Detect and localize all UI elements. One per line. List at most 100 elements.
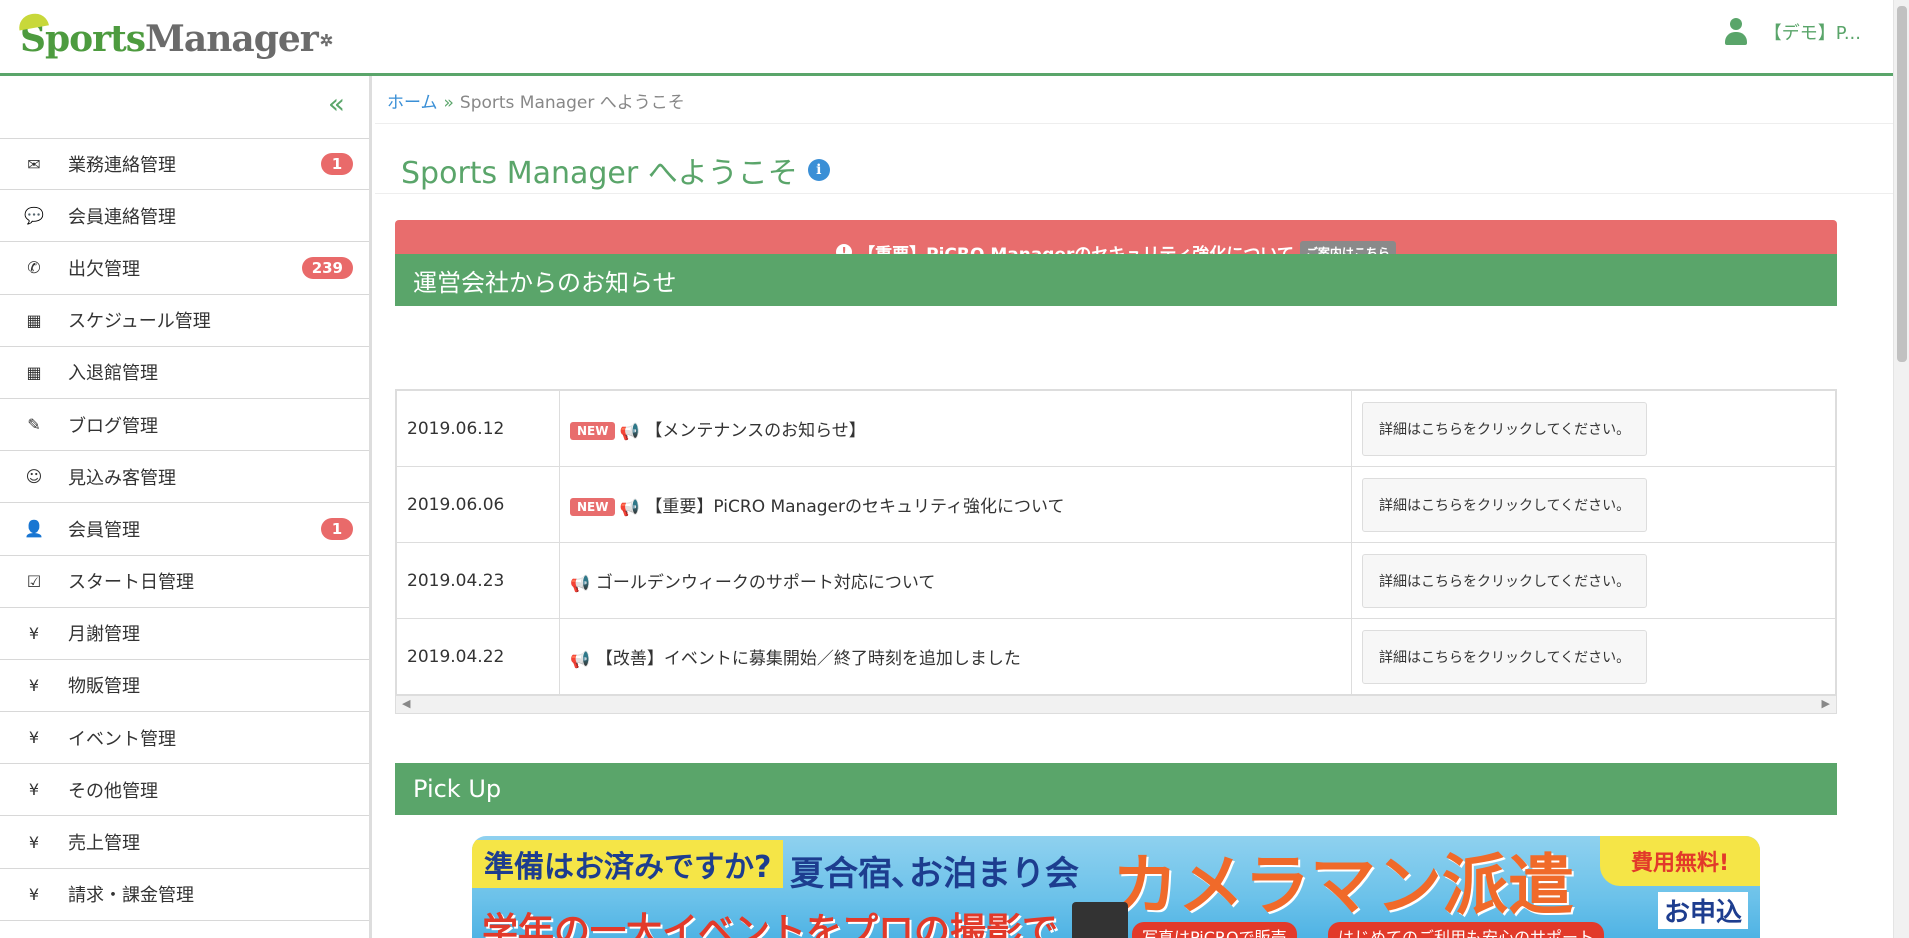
notice-date: 2019.04.22	[396, 618, 560, 695]
sidebar-item[interactable]: ☺ 見込み客管理	[0, 451, 369, 504]
banner-line3: 学年の一大イベントをプロの撮影で	[482, 911, 1059, 938]
breadcrumb-separator: »	[443, 93, 454, 113]
page-title-text: Sports Manager へようこそ	[401, 156, 798, 191]
yen-icon: ¥	[28, 832, 40, 852]
breadcrumb-current: Sports Manager へようこそ	[459, 93, 685, 113]
logo-star-icon: ✲	[319, 30, 333, 50]
notice-table-wrapper: 2019.06.12 NEW 📢 【メンテナンスのお知らせ】 詳細はこちらをクリックして…	[395, 389, 1837, 714]
breadcrumb: ホーム» Sports Manager へようこそ	[387, 88, 685, 113]
sidebar-item-label: 入退館管理	[68, 363, 158, 385]
sports-manager-logo[interactable]: Sports Manager ✲	[20, 18, 333, 60]
sidebar-item-label: 会員管理	[68, 519, 140, 541]
sidebar-item[interactable]: 👤 会員管理 1	[0, 503, 369, 556]
sidebar-item-label: スタート日管理	[68, 572, 194, 594]
notice-title: 【改善】イベントに募集開始／終了時刻を追加しました	[595, 649, 1021, 669]
comment-icon: 💬	[24, 206, 44, 226]
logo-sports-text: Sports	[20, 18, 146, 60]
banner-apply-label: お申込	[1657, 892, 1748, 929]
phone-icon: ✆	[27, 258, 41, 278]
sidebar-item[interactable]: ✆ 出欠管理 239	[0, 242, 369, 295]
notice-link-cell: 詳細はこちらをクリックしてください。	[1351, 542, 1836, 619]
notice-title: 【メンテナンスのお知らせ】	[645, 421, 866, 441]
detail-button[interactable]: 詳細はこちらをクリックしてください。	[1362, 477, 1648, 532]
banner-line1: 準備はお済みですか?	[472, 840, 784, 888]
sidebar-item-label: 会員連絡管理	[68, 206, 176, 228]
sidebar-item-label: 物販管理	[68, 676, 140, 698]
vertical-scrollbar[interactable]	[1893, 0, 1909, 938]
notice-table: 2019.06.12 NEW 📢 【メンテナンスのお知らせ】 詳細はこちらをクリックして…	[396, 390, 1836, 695]
banner-line2: 夏合宿､お泊まり会	[790, 854, 1079, 894]
table-row: 2019.04.22 📢 【改善】イベントに募集開始／終了時刻を追加しました 詳細はこ…	[396, 618, 1836, 695]
divider	[375, 193, 1893, 194]
collapse-sidebar-icon[interactable]: «	[328, 90, 345, 118]
banner-free-label: 費用無料!	[1600, 836, 1760, 886]
detail-button[interactable]: 詳細はこちらをクリックしてください。	[1362, 629, 1648, 684]
banner-pill1: 写真はPiCROで販売	[1132, 922, 1297, 938]
notice-link-cell: 詳細はこちらをクリックしてください。	[1351, 466, 1836, 543]
smile-icon: ☺	[25, 467, 43, 487]
scroll-right-icon[interactable]: ▶	[1822, 697, 1830, 710]
sidebar-item[interactable]: ▦ 入退館管理	[0, 347, 369, 399]
notice-title-cell: 📢 ゴールデンウィークのサポート対応について	[559, 542, 1352, 619]
user-name: 【デモ】P...	[1763, 23, 1861, 44]
calendar-icon: ▦	[26, 362, 42, 382]
new-badge: NEW	[570, 498, 616, 516]
sidebar-item[interactable]: ✎ ブログ管理	[0, 399, 369, 452]
detail-button[interactable]: 詳細はこちらをクリックしてください。	[1362, 553, 1648, 608]
logo-manager-text: Manager	[145, 18, 319, 60]
new-badge: NEW	[570, 422, 616, 440]
detail-button[interactable]: 詳細はこちらをクリックしてください。	[1362, 401, 1648, 456]
top-header: Sports Manager ✲ 【デモ】P...	[0, 0, 1893, 76]
count-badge: 239	[301, 256, 353, 279]
sidebar-item[interactable]: ¥ 物販管理	[0, 660, 369, 713]
scroll-left-icon[interactable]: ◀	[402, 697, 410, 710]
check-square-icon: ☑	[26, 571, 42, 591]
notice-title-cell: 📢 【改善】イベントに募集開始／終了時刻を追加しました	[559, 618, 1352, 695]
notice-date: 2019.06.06	[396, 466, 560, 543]
user-menu[interactable]: 【デモ】P...	[1724, 18, 1861, 46]
yen-icon: ¥	[28, 884, 40, 904]
sidebar-item[interactable]: ¥ 売上管理	[0, 816, 369, 869]
sidebar-item-label: 見込み客管理	[68, 467, 176, 489]
sidebar-item[interactable]: ☑ スタート日管理	[0, 556, 369, 608]
sidebar-item-label: 請求・課金管理	[68, 885, 194, 907]
table-row: 2019.06.12 NEW 📢 【メンテナンスのお知らせ】 詳細はこちらをクリックして…	[396, 390, 1836, 467]
sidebar-item[interactable]: ¥ 月謝管理	[0, 608, 369, 660]
horizontal-scrollbar[interactable]: ◀ ▶	[396, 695, 1836, 713]
calendar-icon: ▦	[26, 310, 42, 330]
yen-icon: ¥	[28, 623, 40, 643]
scrollbar-thumb[interactable]	[1897, 6, 1907, 362]
megaphone-icon: 📢	[570, 649, 590, 669]
sidebar-item[interactable]: ✉ 業務連絡管理 1	[0, 138, 369, 191]
sidebar-item[interactable]: ▦ スケジュール管理	[0, 295, 369, 347]
megaphone-icon: 📢	[619, 421, 640, 441]
sidebar-item-label: その他管理	[68, 780, 158, 802]
envelope-icon: ✉	[27, 154, 41, 174]
sidebar-item-label: 月謝管理	[68, 624, 140, 646]
pencil-icon: ✎	[27, 415, 41, 435]
megaphone-icon: 📢	[619, 497, 640, 517]
info-icon[interactable]: i	[807, 159, 830, 181]
notice-title: ゴールデンウィークのサポート対応について	[595, 573, 936, 593]
camera-icon	[1072, 902, 1128, 938]
sidebar-item-label: 業務連絡管理	[68, 155, 176, 177]
sidebar-item-label: ブログ管理	[68, 415, 158, 437]
notice-date: 2019.04.23	[396, 542, 560, 619]
cameraman-banner[interactable]: 準備はお済みですか? 夏合宿､お泊まり会 カメラマン派遣 費用無料! お申込 学…	[472, 836, 1760, 938]
sidebar: « ✉ 業務連絡管理 1 💬 会員連絡管理 ✆ 出欠管理 239 ▦ スケジュール管理 ▦ 入退館管理…	[0, 76, 372, 938]
sidebar-item[interactable]: ¥ イベント管理	[0, 712, 369, 765]
sidebar-item-label: イベント管理	[68, 728, 176, 750]
sidebar-item-label: 出欠管理	[68, 258, 140, 280]
sidebar-item[interactable]: ¥ 請求・課金管理	[0, 869, 369, 921]
table-row: 2019.06.06 NEW 📢 【重要】PiCRO Managerのセキュリティ強化…	[396, 466, 1836, 543]
yen-icon: ¥	[28, 780, 40, 800]
sidebar-item[interactable]: 💬 会員連絡管理	[0, 190, 369, 243]
notice-title-cell: NEW 📢 【重要】PiCRO Managerのセキュリティ強化について	[559, 466, 1352, 543]
user-icon: 👤	[24, 519, 44, 539]
megaphone-icon: 📢	[570, 573, 590, 593]
notice-panel-header: 運営会社からのお知らせ	[395, 254, 1837, 306]
breadcrumb-home-link[interactable]: ホーム	[387, 93, 438, 113]
page-title: Sports Manager へようこそ i	[401, 148, 830, 192]
sidebar-item[interactable]: ¥ その他管理	[0, 764, 369, 817]
notice-link-cell: 詳細はこちらをクリックしてください。	[1351, 390, 1836, 467]
